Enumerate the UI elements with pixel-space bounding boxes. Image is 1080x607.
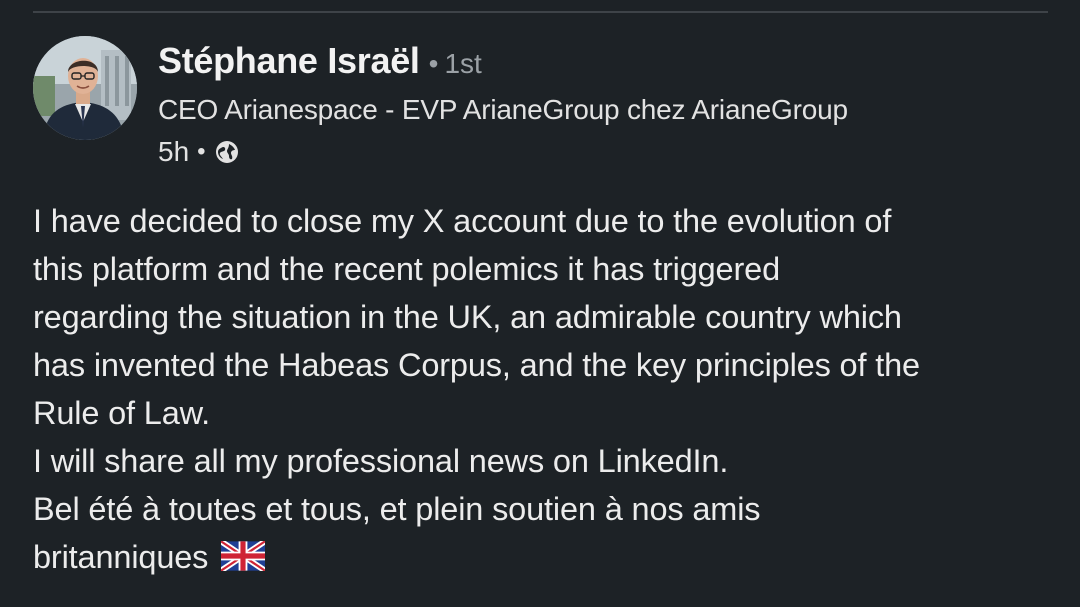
time-separator-dot: • (197, 138, 206, 165)
post-line: I have decided to close my X account due… (33, 203, 892, 239)
post-time-row: 5h • (158, 136, 848, 168)
top-divider (33, 11, 1048, 13)
post-line-text: britanniques (33, 539, 209, 575)
post-line: I will share all my professional news on… (33, 443, 729, 479)
post-timestamp: 5h (158, 136, 190, 167)
post-line: has invented the Habeas Corpus, and the … (33, 347, 920, 383)
post-line-last: britanniques (33, 533, 1063, 584)
author-headline: CEO Arianespace - EVP ArianeGroup chez A… (158, 94, 848, 125)
post-line: regarding the situation in the UK, an ad… (33, 299, 902, 335)
author-name[interactable]: Stéphane Israël (158, 40, 420, 82)
uk-flag-icon (219, 536, 267, 584)
separator-dot: • (428, 48, 439, 79)
post-header: Stéphane Israël • 1st CEO Arianespace - … (33, 36, 848, 168)
connection-degree: 1st (444, 48, 482, 79)
post-body: I have decided to close my X account due… (33, 197, 1063, 584)
author-meta: Stéphane Israël • 1st CEO Arianespace - … (158, 40, 848, 168)
name-row: Stéphane Israël • 1st (158, 40, 848, 86)
post-line: Bel été à toutes et tous, et plein souti… (33, 491, 761, 527)
post-line: this platform and the recent polemics it… (33, 251, 781, 287)
author-avatar[interactable] (33, 36, 137, 140)
globe-icon (214, 139, 240, 165)
post-line: Rule of Law. (33, 395, 211, 431)
